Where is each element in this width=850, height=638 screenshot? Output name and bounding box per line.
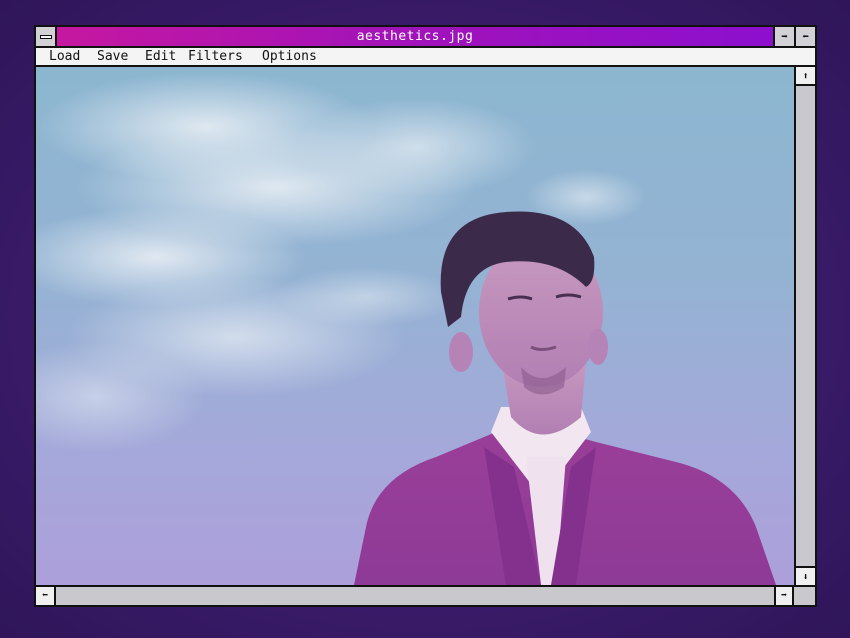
scroll-down-button[interactable]: ⬇ [796,566,815,585]
window-title: aesthetics.jpg [356,29,474,44]
arrow-right-icon: ➡ [780,590,788,601]
title-back-button[interactable]: ⬅ [794,27,815,46]
image-viewer-window: aesthetics.jpg ➡ ⬅ Load Save Edit Filter… [34,25,817,607]
menu-options[interactable]: Options [262,48,317,66]
arrow-down-icon: ⬇ [802,572,809,583]
title-bar[interactable]: aesthetics.jpg ➡ ⬅ [36,27,815,48]
arrow-up-icon: ⬆ [802,71,809,82]
person [354,211,776,585]
menu-load[interactable]: Load [49,48,80,66]
arrow-right-icon: ➡ [781,30,788,43]
photo-canvas [36,72,776,585]
menu-save[interactable]: Save [97,48,128,66]
menu-bar: Load Save Edit Filters Options [36,48,815,67]
arrow-left-icon: ⬅ [41,590,49,601]
system-menu-button[interactable] [36,27,57,46]
title-forward-button[interactable]: ➡ [773,27,794,46]
vertical-scrollbar[interactable]: ⬆ ⬇ [794,67,815,585]
arrow-left-icon: ⬅ [802,30,809,43]
menu-filters[interactable]: Filters [188,48,243,66]
horizontal-scrollbar[interactable]: ⬅ ➡ [36,585,815,605]
scrollbar-corner [796,587,815,605]
scroll-up-button[interactable]: ⬆ [796,67,815,86]
menu-edit[interactable]: Edit [145,48,176,66]
minus-box-icon [40,35,52,39]
scroll-left-button[interactable]: ⬅ [36,587,56,605]
image-viewport [36,67,794,585]
scroll-right-button[interactable]: ➡ [774,587,794,605]
